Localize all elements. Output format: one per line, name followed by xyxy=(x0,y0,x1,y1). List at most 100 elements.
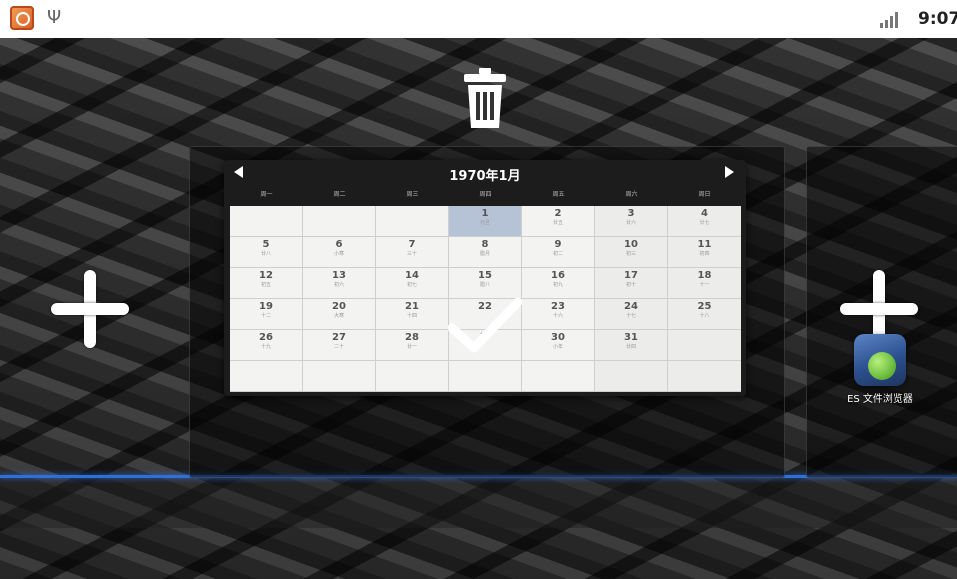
lunar-date: 元旦 xyxy=(479,220,490,226)
app-label: ES 文件浏览器 xyxy=(847,394,913,405)
usb-icon: Ψ xyxy=(47,7,62,28)
day-number: 28 xyxy=(405,332,419,343)
weekday-label: 周四 xyxy=(479,191,492,198)
day-number: 23 xyxy=(551,301,565,312)
calendar-day-cell[interactable] xyxy=(668,330,741,361)
weekday-label: 周日 xyxy=(698,191,711,198)
calendar-day-cell[interactable]: 24 十七 xyxy=(595,299,668,330)
calendar-day-cell[interactable]: 25 十八 xyxy=(668,299,741,330)
lunar-date: 初四 xyxy=(699,251,710,257)
calendar-day-cell[interactable]: 19 十二 xyxy=(230,299,303,330)
calendar-day-cell[interactable]: 5 廿八 xyxy=(230,237,303,268)
clock[interactable]: 9:07 xyxy=(918,9,957,29)
day-number: 3 xyxy=(627,208,635,219)
calendar-day-cell[interactable]: 27 二十 xyxy=(303,330,376,361)
weekday-label: 周六 xyxy=(625,191,638,198)
day-number: 21 xyxy=(405,301,419,312)
calendar-day-cell[interactable]: 10 初三 xyxy=(595,237,668,268)
trash-icon[interactable] xyxy=(462,66,508,130)
calendar-day-cell[interactable]: 17 初十 xyxy=(595,268,668,299)
add-page-left-plus-icon[interactable] xyxy=(51,270,129,348)
lunar-date: 腊八 xyxy=(479,282,490,288)
calendar-day-cell[interactable]: 15 腊八 xyxy=(449,268,522,299)
calendar-day-cell[interactable]: 11 初四 xyxy=(668,237,741,268)
day-number: 4 xyxy=(701,208,708,219)
calendar-day-cell[interactable] xyxy=(449,361,522,392)
day-number: 27 xyxy=(332,332,346,343)
calendar-day-cell[interactable]: 7 三十 xyxy=(376,237,449,268)
lunar-date: 十八 xyxy=(699,313,710,319)
day-number: 24 xyxy=(624,301,638,312)
day-number: 14 xyxy=(405,270,419,281)
calendar-day-cell[interactable]: 4 廿七 xyxy=(668,206,741,237)
lunar-date: 十六 xyxy=(552,313,563,319)
day-number: 12 xyxy=(259,270,273,281)
lunar-date: 小年 xyxy=(552,344,563,350)
calendar-day-cell[interactable]: 2 廿五 xyxy=(522,206,595,237)
day-number: 10 xyxy=(624,239,638,250)
lunar-date: 十一 xyxy=(699,282,710,288)
lunar-date: 廿五 xyxy=(552,220,563,226)
calendar-day-cell[interactable]: 9 初二 xyxy=(522,237,595,268)
lunar-date: 廿六 xyxy=(625,220,636,226)
day-number: 15 xyxy=(478,270,492,281)
es-file-explorer-icon xyxy=(854,334,906,386)
calendar-day-cell[interactable]: 1 元旦 xyxy=(449,206,522,237)
day-number: 17 xyxy=(624,270,638,281)
lunar-date: 二十 xyxy=(333,344,344,350)
weekday-label: 周一 xyxy=(260,191,273,198)
day-number: 19 xyxy=(259,301,273,312)
lunar-date: 初五 xyxy=(260,282,271,288)
lunar-date: 初九 xyxy=(552,282,563,288)
calendar-day-cell[interactable] xyxy=(230,206,303,237)
calendar-header: 1970年1月 xyxy=(224,160,746,186)
calendar-title: 1970年1月 xyxy=(449,169,521,184)
next-month-arrow-icon[interactable] xyxy=(725,166,734,178)
calendar-day-cell[interactable]: 21 十四 xyxy=(376,299,449,330)
lunar-date: 廿八 xyxy=(260,251,271,257)
checkmark-icon xyxy=(448,297,522,353)
calendar-day-cell[interactable]: 12 初五 xyxy=(230,268,303,299)
calendar-day-cell[interactable] xyxy=(303,206,376,237)
lunar-date: 初七 xyxy=(406,282,417,288)
calendar-day-cell[interactable]: 18 十一 xyxy=(668,268,741,299)
day-number: 2 xyxy=(554,208,562,219)
lunar-date: 廿四 xyxy=(625,344,636,350)
calendar-day-cell[interactable] xyxy=(376,206,449,237)
day-number: 20 xyxy=(332,301,346,312)
calendar-day-cell[interactable]: 23 十六 xyxy=(522,299,595,330)
calendar-day-cell[interactable]: 20 大寒 xyxy=(303,299,376,330)
weekday-label: 周三 xyxy=(406,191,419,198)
calendar-day-cell[interactable]: 6 小寒 xyxy=(303,237,376,268)
app-notification-icon[interactable] xyxy=(10,6,34,30)
day-number: 31 xyxy=(624,332,638,343)
calendar-day-cell[interactable]: 13 初六 xyxy=(303,268,376,299)
calendar-day-cell[interactable]: 26 十九 xyxy=(230,330,303,361)
calendar-day-cell[interactable] xyxy=(668,361,741,392)
calendar-day-cell[interactable] xyxy=(303,361,376,392)
calendar-day-cell[interactable]: 16 初九 xyxy=(522,268,595,299)
calendar-day-cell[interactable] xyxy=(376,361,449,392)
day-number: 1 xyxy=(481,208,489,219)
calendar-day-cell[interactable] xyxy=(595,361,668,392)
calendar-day-cell[interactable] xyxy=(522,361,595,392)
day-number: 5 xyxy=(262,239,270,250)
day-number: 11 xyxy=(697,239,712,250)
es-file-explorer-shortcut[interactable]: ES 文件浏览器 xyxy=(842,334,918,405)
day-number: 6 xyxy=(335,239,343,250)
lunar-date: 廿七 xyxy=(699,220,710,226)
calendar-day-cell[interactable]: 8 腊月 xyxy=(449,237,522,268)
calendar-widget[interactable]: 1970年1月 周一 周二 周三 周四 周五 周六 周日 1 元旦 2 廿五 3 廿六 4 廿七 5 廿八 6 小… xyxy=(224,160,746,396)
lunar-date: 初六 xyxy=(333,282,344,288)
calendar-day-cell[interactable]: 30 小年 xyxy=(522,330,595,361)
lunar-date: 初二 xyxy=(552,251,563,257)
calendar-day-cell[interactable]: 31 廿四 xyxy=(595,330,668,361)
calendar-day-cell[interactable] xyxy=(230,361,303,392)
day-number: 16 xyxy=(551,270,565,281)
calendar-day-cell[interactable]: 14 初七 xyxy=(376,268,449,299)
day-number: 25 xyxy=(697,301,712,312)
calendar-day-cell[interactable]: 3 廿六 xyxy=(595,206,668,237)
lunar-date: 十九 xyxy=(260,344,271,350)
lunar-date: 十四 xyxy=(406,313,417,319)
calendar-day-cell[interactable]: 28 廿一 xyxy=(376,330,449,361)
